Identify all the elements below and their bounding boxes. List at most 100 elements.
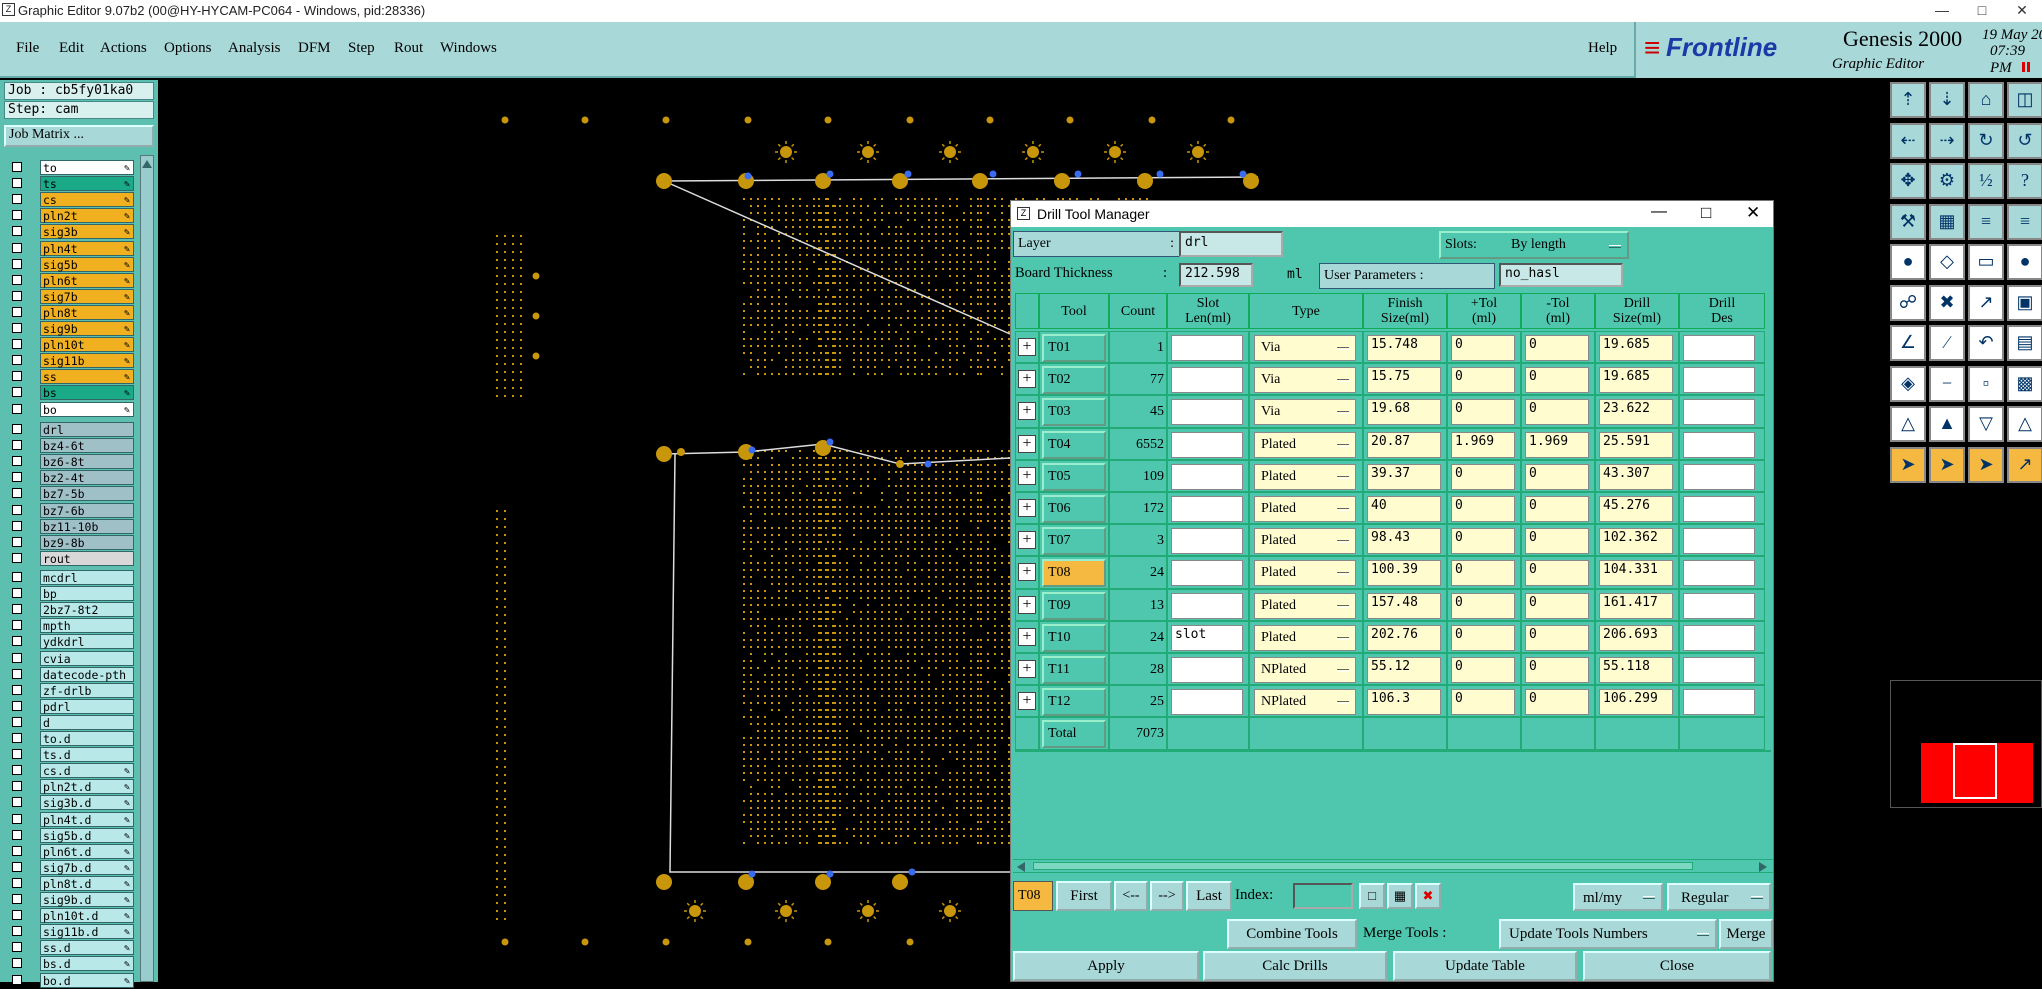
layer-checkbox[interactable] <box>12 636 22 646</box>
drill-input[interactable]: 25.591 <box>1599 432 1673 458</box>
layer-name[interactable]: pln2t.d✎ <box>40 779 134 794</box>
layer-name[interactable]: pln10t✎ <box>40 337 134 352</box>
shape-icon[interactable]: ◇ <box>1929 244 1965 280</box>
type-select[interactable]: NPlated <box>1254 689 1356 715</box>
overview-map[interactable] <box>1890 680 2042 808</box>
layer-row[interactable]: bz2-4t <box>8 470 126 485</box>
drill-input[interactable]: 19.685 <box>1599 335 1673 361</box>
layer-checkbox[interactable] <box>12 894 22 904</box>
layer-name[interactable]: bp <box>40 586 134 601</box>
layer-checkbox[interactable] <box>12 291 22 301</box>
layer-row[interactable]: rout <box>8 551 126 566</box>
layer-row[interactable]: pln4t.d✎ <box>8 812 126 827</box>
slot-length-input[interactable] <box>1171 689 1243 715</box>
pad-icon[interactable]: ● <box>1890 244 1926 280</box>
ntol-input[interactable]: 0 <box>1525 335 1589 361</box>
slot-length-input[interactable] <box>1171 657 1243 683</box>
layer-name[interactable]: to✎ <box>40 160 134 175</box>
close-icon[interactable]: ✕ <box>2002 0 2042 22</box>
layer-checkbox[interactable] <box>12 765 22 775</box>
layer-row[interactable]: pln8t.d✎ <box>8 876 126 891</box>
layer-checkbox[interactable] <box>12 488 22 498</box>
layer-row[interactable]: d <box>8 715 126 730</box>
expand-icon[interactable]: + <box>1018 467 1036 485</box>
expand-icon[interactable]: + <box>1018 660 1036 678</box>
ntol-input[interactable]: 0 <box>1525 625 1589 651</box>
layer-name[interactable]: pln10t.d✎ <box>40 908 134 923</box>
tool-button[interactable]: T10 <box>1042 624 1106 652</box>
drill-des-input[interactable] <box>1683 593 1755 619</box>
layer-row[interactable]: ydkdrl <box>8 634 126 649</box>
finish-input[interactable]: 98.43 <box>1367 528 1441 554</box>
hscroll-thumb[interactable] <box>1033 862 1693 870</box>
merge-button[interactable]: Merge <box>1719 919 1773 949</box>
expand-icon[interactable]: + <box>1018 338 1036 356</box>
expand-icon[interactable]: + <box>1018 692 1036 710</box>
layer-checkbox[interactable] <box>12 424 22 434</box>
layer-name[interactable]: pln4t.d✎ <box>40 812 134 827</box>
tool-button[interactable]: T12 <box>1042 688 1106 716</box>
menu-dfm[interactable]: DFM <box>298 40 331 57</box>
layer-row[interactable]: bs.d✎ <box>8 956 126 971</box>
layer-checkbox[interactable] <box>12 243 22 253</box>
type-select[interactable]: Via <box>1254 399 1356 425</box>
layer-name[interactable]: sig3b✎ <box>40 224 134 239</box>
tool-button[interactable]: T08 <box>1042 559 1106 587</box>
slot-length-input[interactable] <box>1171 399 1243 425</box>
layer-checkbox[interactable] <box>12 371 22 381</box>
drill-des-input[interactable] <box>1683 399 1755 425</box>
layer-name[interactable]: cvia <box>40 651 134 666</box>
type-select[interactable]: NPlated <box>1254 657 1356 683</box>
layer-name[interactable]: sig3b.d✎ <box>40 795 134 810</box>
index-input[interactable] <box>1293 883 1353 909</box>
combine-tools-button[interactable]: Combine Tools <box>1227 919 1357 949</box>
ntol-input[interactable]: 0 <box>1525 496 1589 522</box>
layer-name[interactable]: cs✎ <box>40 192 134 207</box>
expand-icon[interactable]: + <box>1018 628 1036 646</box>
layer-row[interactable]: bz9-8b <box>8 535 126 550</box>
layer-name[interactable]: pln8t.d✎ <box>40 876 134 891</box>
expand-icon[interactable]: + <box>1018 435 1036 453</box>
triangle-down-icon[interactable]: ▽ <box>1968 406 2004 442</box>
close-button[interactable]: Close <box>1583 951 1771 981</box>
ptol-input[interactable]: 0 <box>1451 399 1515 425</box>
layer-row[interactable]: cs.d✎ <box>8 763 126 778</box>
layout-icon[interactable]: ◫ <box>2007 82 2042 118</box>
layer-row[interactable]: pln2t.d✎ <box>8 779 126 794</box>
layer-name[interactable]: ts.d <box>40 747 134 762</box>
cross-icon[interactable]: ✖ <box>1929 285 1965 321</box>
overview-viewport[interactable] <box>1953 743 1997 799</box>
type-select[interactable]: Via <box>1254 367 1356 393</box>
layer-checkbox[interactable] <box>12 323 22 333</box>
layer-name[interactable]: sig11b.d✎ <box>40 924 134 939</box>
minimize-icon[interactable]: — <box>1922 0 1962 22</box>
help-icon[interactable]: ? <box>2007 163 2042 199</box>
ntol-input[interactable]: 1.969 <box>1525 432 1589 458</box>
layer-name[interactable]: bs✎ <box>40 385 134 400</box>
drill-des-input[interactable] <box>1683 464 1755 490</box>
layer-name[interactable]: ydkdrl <box>40 634 134 649</box>
layer-row[interactable]: to✎ <box>8 160 126 175</box>
layer-name[interactable]: cs.d✎ <box>40 763 134 778</box>
mark-icon[interactable]: □ <box>1359 883 1385 909</box>
ntol-input[interactable]: 0 <box>1525 657 1589 683</box>
tool-icon[interactable]: ⚒ <box>1890 204 1926 240</box>
layer-checkbox[interactable] <box>12 572 22 582</box>
drill-input[interactable]: 23.622 <box>1599 399 1673 425</box>
layer-row[interactable]: bz4-6t <box>8 438 126 453</box>
expand-icon[interactable]: + <box>1018 596 1036 614</box>
layer-name[interactable]: bo✎ <box>40 402 134 417</box>
arrow-icon[interactable]: ↗ <box>1968 285 2004 321</box>
units-select[interactable]: ml/my <box>1573 883 1663 911</box>
menu-options[interactable]: Options <box>164 40 212 57</box>
layer-checkbox[interactable] <box>12 942 22 952</box>
fill-icon[interactable]: ▩ <box>2007 366 2042 402</box>
layer-name[interactable]: ss✎ <box>40 369 134 384</box>
tool-button[interactable]: T06 <box>1042 495 1106 523</box>
layer-row[interactable]: sig11b✎ <box>8 353 126 368</box>
layer-name[interactable]: pln4t✎ <box>40 241 134 256</box>
layer-checkbox[interactable] <box>12 878 22 888</box>
mode-select[interactable]: Regular <box>1667 883 1771 911</box>
finish-input[interactable]: 55.12 <box>1367 657 1441 683</box>
layer-checkbox[interactable] <box>12 456 22 466</box>
